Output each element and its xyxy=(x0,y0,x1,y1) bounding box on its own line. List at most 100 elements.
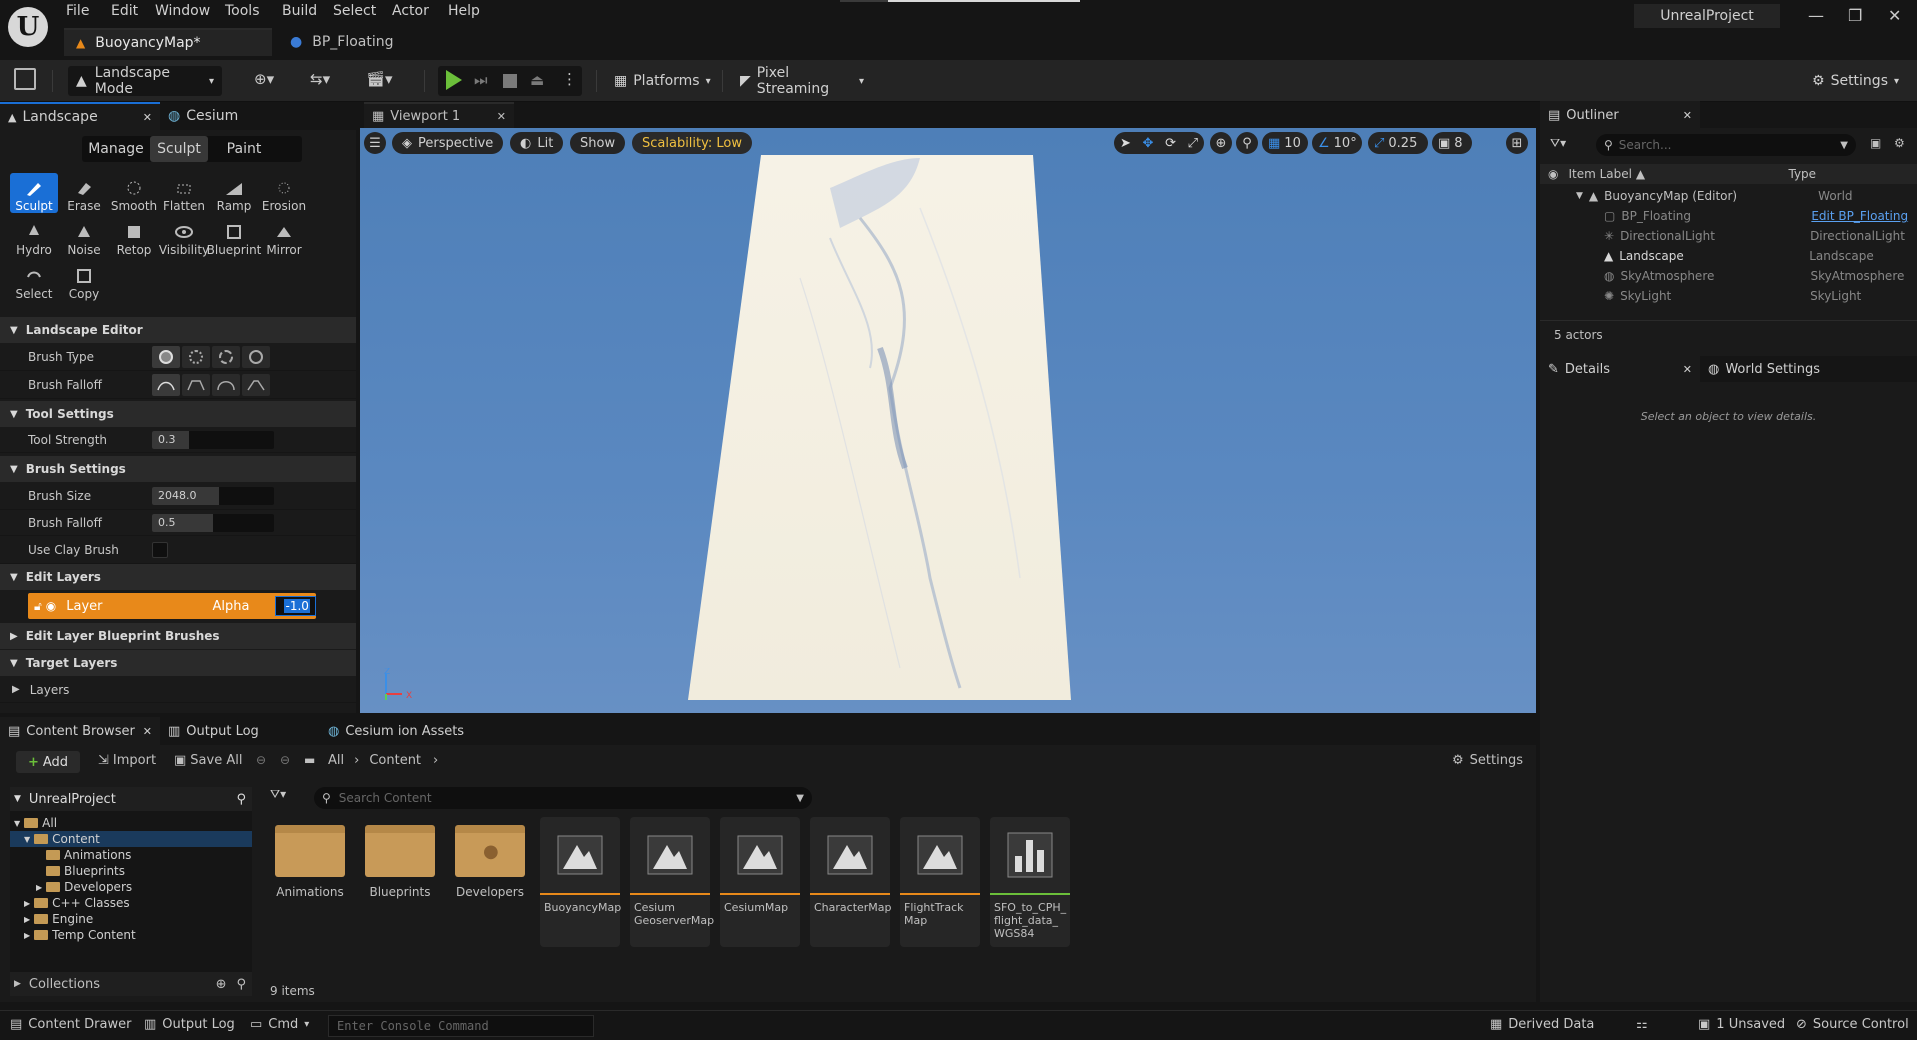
asset-tile[interactable]: CharacterMap xyxy=(810,817,892,947)
section-landscape-editor[interactable]: ▼ Landscape Editor xyxy=(0,317,356,343)
tree-blueprints[interactable]: Blueprints xyxy=(10,863,252,879)
brush-alpha-icon[interactable] xyxy=(182,345,210,368)
camera-speed[interactable]: ▣ 8 xyxy=(1432,132,1472,154)
falloff-linear-icon[interactable] xyxy=(182,373,210,396)
filter-icon[interactable]: ⛛▾ xyxy=(1550,136,1566,151)
asset-tile[interactable]: SFO_to_CPH_ flight_data_ WGS84 xyxy=(990,817,1070,947)
grid-snap[interactable]: ▦ 10 xyxy=(1262,132,1308,154)
stop-icon[interactable] xyxy=(503,74,517,88)
tool-hydro[interactable]: Hydro xyxy=(10,217,58,257)
back-icon[interactable]: ⊖ xyxy=(256,753,266,767)
close-icon[interactable]: ✕ xyxy=(143,725,152,738)
tool-select[interactable]: Select xyxy=(10,261,58,301)
derived-data-button[interactable]: ▦ Derived Data xyxy=(1490,1017,1594,1032)
outliner-row[interactable]: ▢ BP_Floating Edit BP_Floating xyxy=(1540,206,1917,226)
tool-noise[interactable]: Noise xyxy=(60,217,108,257)
unreal-logo-icon[interactable]: U xyxy=(8,7,48,47)
mode-sculpt[interactable]: Sculpt xyxy=(150,136,208,162)
tool-sculpt[interactable]: Sculpt xyxy=(10,173,58,213)
falloff-spherical-icon[interactable] xyxy=(212,373,240,396)
play-options-icon[interactable]: ⋮ xyxy=(562,70,577,88)
eject-icon[interactable]: ⏏ xyxy=(530,71,544,89)
tool-erosion[interactable]: Erosion xyxy=(260,173,308,213)
tool-strength-field[interactable]: 0.3 xyxy=(152,430,274,449)
outliner-type-link[interactable]: Edit BP_Floating xyxy=(1811,209,1908,223)
tool-flatten[interactable]: Flatten xyxy=(160,173,208,213)
brush-pattern-icon[interactable] xyxy=(212,345,240,368)
new-folder-icon[interactable]: ▣ xyxy=(1870,136,1881,150)
folder-tile[interactable]: ● Developers xyxy=(452,821,528,899)
pixel-streaming-dropdown[interactable]: ◤ Pixel Streaming ▾ xyxy=(732,65,872,97)
layer-alpha-input[interactable]: -1.0 xyxy=(275,596,316,616)
minimize-icon[interactable]: — xyxy=(1808,6,1824,25)
folder-tile[interactable]: Blueprints xyxy=(362,821,438,899)
menu-select[interactable]: Select xyxy=(333,3,376,19)
outliner-row[interactable]: ✳ DirectionalLight DirectionalLight xyxy=(1540,226,1917,246)
asset-tile[interactable]: Cesium GeoserverMap xyxy=(630,817,714,947)
tab-viewport-1[interactable]: ▦ Viewport 1 ✕ xyxy=(364,102,514,128)
surface-snap-icon[interactable]: ⚲ xyxy=(1236,132,1258,154)
cinematics-icon[interactable]: 🎬︎▾ xyxy=(366,70,393,88)
edit-layer-row[interactable]: 🔓︎ ◉ Layer Alpha -1.0 xyxy=(28,593,316,619)
outliner-row[interactable]: ◍ SkyAtmosphere SkyAtmosphere xyxy=(1540,266,1917,286)
platforms-dropdown[interactable]: ▦ Platforms ▾ xyxy=(606,66,711,96)
world-local-icon[interactable]: ⊕ xyxy=(1210,132,1232,154)
scalability-button[interactable]: Scalability: Low xyxy=(632,132,752,154)
menu-build[interactable]: Build xyxy=(282,3,317,19)
level-viewport[interactable]: ☰ ◈ Perspective ◐ Lit Show Scalability: Lo… xyxy=(360,128,1536,713)
tool-ramp[interactable]: Ramp xyxy=(210,173,258,213)
tool-smooth[interactable]: Smooth xyxy=(110,173,158,213)
cmd-dropdown[interactable]: ▭ Cmd ▾ xyxy=(250,1017,309,1032)
close-icon[interactable]: ✕ xyxy=(1683,109,1692,122)
menu-window[interactable]: Window xyxy=(155,3,210,19)
tab-bp-floating[interactable]: ● BP_Floating xyxy=(278,28,448,56)
section-tool-settings[interactable]: ▼ Tool Settings xyxy=(0,401,356,427)
advance-frame-icon[interactable]: ⏭ xyxy=(474,71,488,89)
close-icon[interactable]: ✕ xyxy=(1683,363,1692,376)
viewport-menu-icon[interactable]: ☰ xyxy=(364,132,386,154)
brush-component-icon[interactable] xyxy=(242,345,270,368)
falloff-smooth-icon[interactable] xyxy=(152,373,180,396)
search-icon[interactable]: ⚲ xyxy=(236,792,246,807)
rotate-icon[interactable]: ⟳ xyxy=(1165,136,1176,151)
outliner-row[interactable]: ▲ Landscape Landscape xyxy=(1540,246,1917,266)
outliner-search-input[interactable]: ⚲ Search... ▼ xyxy=(1596,134,1856,156)
tab-cesium-ion-assets[interactable]: ◍ Cesium ion Assets xyxy=(320,717,500,745)
tree-animations[interactable]: Animations xyxy=(10,847,252,863)
tab-outliner[interactable]: ▤ Outliner ✕ xyxy=(1540,101,1700,129)
project-root[interactable]: ▼ UnrealProject ⚲ xyxy=(10,787,252,811)
use-clay-checkbox[interactable] xyxy=(152,541,168,558)
output-log-button[interactable]: ▥ Output Log xyxy=(144,1017,235,1032)
col-type[interactable]: Type xyxy=(1788,167,1816,181)
section-brush-settings[interactable]: ▼ Brush Settings xyxy=(0,456,356,482)
content-search-input[interactable]: ⚲ Search Content ▼ xyxy=(314,787,812,809)
trace-icon[interactable]: ⚏ xyxy=(1636,1017,1648,1032)
tree-developers[interactable]: ▶ Developers xyxy=(10,879,252,895)
tab-world-settings[interactable]: ◍ World Settings xyxy=(1700,355,1840,383)
section-target-layers[interactable]: ▼ Target Layers xyxy=(0,650,356,676)
move-icon[interactable]: ✥ xyxy=(1143,136,1154,151)
restore-icon[interactable]: ❐ xyxy=(1848,6,1862,25)
blueprint-menu-icon[interactable]: ⇆▾ xyxy=(310,70,330,88)
tool-erase[interactable]: Erase xyxy=(60,173,108,213)
tool-mirror[interactable]: Mirror xyxy=(260,217,308,257)
add-actor-icon[interactable]: ⊕▾ xyxy=(254,70,274,88)
tab-details[interactable]: ✎ Details ✕ xyxy=(1540,355,1700,383)
visibility-icon[interactable]: ◉ xyxy=(1548,167,1558,181)
save-all-button[interactable]: ▣ Save All xyxy=(174,753,242,768)
breadcrumb-content[interactable]: Content xyxy=(369,753,421,768)
settings-dropdown[interactable]: ⚙ Settings ▾ xyxy=(1804,66,1904,96)
source-control-button[interactable]: ⊘ Source Control xyxy=(1796,1017,1909,1032)
folder-icon[interactable]: ▬ xyxy=(304,753,315,767)
chevron-right-icon[interactable]: › xyxy=(433,753,438,768)
asset-tile[interactable]: BuoyancyMap xyxy=(540,817,621,947)
add-button[interactable]: + Add xyxy=(16,751,80,773)
tool-copy[interactable]: Copy xyxy=(60,261,108,301)
show-button[interactable]: Show xyxy=(570,132,626,154)
menu-actor[interactable]: Actor xyxy=(392,3,429,19)
menu-help[interactable]: Help xyxy=(448,3,480,19)
tree-all[interactable]: ▼ All xyxy=(10,815,252,831)
collections-header[interactable]: ▶ Collections ⊕ ⚲ xyxy=(10,972,252,996)
col-item-label[interactable]: Item Label ▲ xyxy=(1568,167,1788,181)
gear-icon[interactable]: ⚙ xyxy=(1894,136,1905,150)
